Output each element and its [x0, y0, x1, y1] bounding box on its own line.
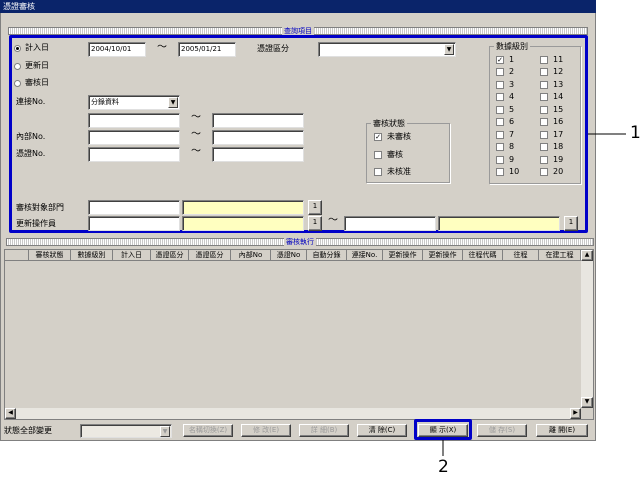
callout-lines — [442, 133, 626, 456]
callout-number-1: 1 — [630, 123, 641, 143]
callout-number-2: 2 — [438, 457, 449, 477]
